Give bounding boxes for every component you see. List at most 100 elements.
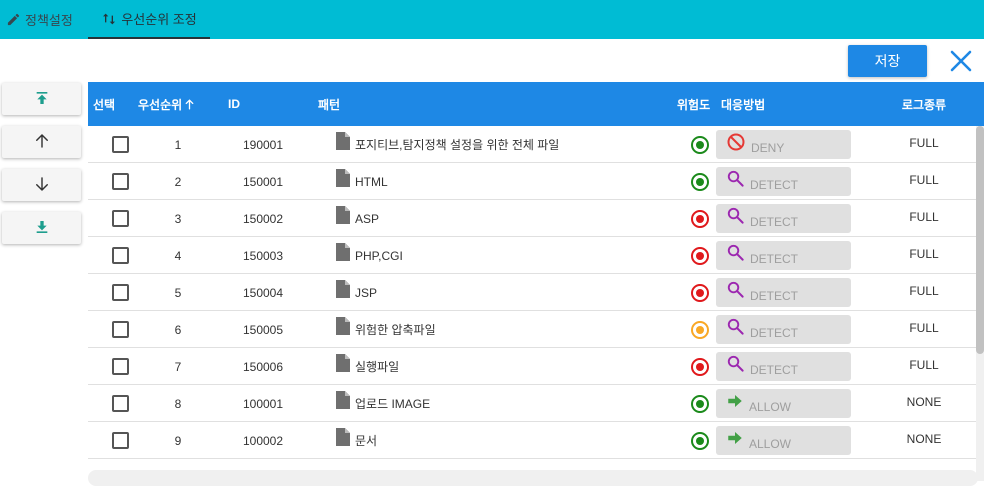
tab-label: 우선순위 조정 (121, 12, 197, 27)
priority-cell: 6 (174, 322, 182, 337)
row-select-checkbox[interactable] (112, 136, 129, 153)
action-cell: DETECT (716, 163, 851, 200)
file-icon (336, 168, 350, 187)
header-priority[interactable]: 우선순위 (138, 82, 196, 126)
row-select-checkbox[interactable] (112, 358, 129, 375)
action-button[interactable]: DETECT (716, 352, 851, 381)
row-select-cell (112, 126, 129, 163)
risk-indicator-icon (691, 320, 709, 339)
file-icon (336, 390, 350, 409)
row-select-cell (112, 385, 129, 422)
tab-bar: 정책설정 우선순위 조정 (0, 0, 984, 39)
file-icon (336, 353, 350, 372)
table-row[interactable]: 2 150001 HTML DETECT FULL (88, 163, 978, 200)
move-down-button[interactable] (2, 169, 81, 201)
id-cell: 100001 (242, 396, 284, 411)
tab-policy-settings[interactable]: 정책설정 (6, 0, 73, 39)
pattern-label: 포지티브,탐지정책 설정을 위한 전체 파일 (355, 138, 560, 152)
action-button[interactable]: DETECT (716, 241, 851, 270)
action-label: DETECT (750, 177, 798, 192)
move-up-button[interactable] (2, 126, 81, 158)
deny-icon (726, 132, 746, 152)
table-row[interactable]: 8 100001 업로드 IMAGE ALLOW NONE (88, 385, 978, 422)
file-icon (336, 316, 350, 335)
pattern-cell: 업로드 IMAGE (336, 385, 430, 422)
action-button[interactable]: DETECT (716, 278, 851, 307)
id-cell: 100002 (242, 433, 284, 448)
action-cell: DETECT (716, 200, 851, 237)
row-select-cell (112, 311, 129, 348)
magnifier-icon (726, 206, 745, 225)
priority-cell: 4 (174, 248, 182, 263)
pattern-cell: 실행파일 (336, 348, 399, 385)
table-row[interactable]: 9 100002 문서 ALLOW NONE (88, 422, 978, 459)
table-row[interactable]: 4 150003 PHP,CGI DETECT FULL (88, 237, 978, 274)
id-cell: 150006 (242, 359, 284, 374)
header-log-type[interactable]: 로그종류 (888, 82, 960, 126)
table-row[interactable]: 5 150004 JSP DETECT FULL (88, 274, 978, 311)
magnifier-icon (726, 280, 745, 299)
row-select-checkbox[interactable] (112, 247, 129, 264)
risk-indicator-icon (691, 246, 709, 265)
row-select-checkbox[interactable] (112, 284, 129, 301)
file-icon (336, 279, 350, 298)
header-id[interactable]: ID (228, 82, 240, 126)
risk-indicator-icon (691, 172, 709, 191)
risk-indicator-icon (691, 209, 709, 228)
risk-cell (691, 274, 709, 311)
row-select-checkbox[interactable] (112, 210, 129, 227)
action-button[interactable]: ALLOW (716, 389, 851, 418)
header-select[interactable]: 선택 (93, 82, 115, 126)
action-label: DETECT (750, 288, 798, 303)
action-label: DETECT (750, 325, 798, 340)
risk-cell (691, 200, 709, 237)
action-label: DETECT (750, 251, 798, 266)
sort-arrows-icon (101, 11, 117, 27)
action-button[interactable]: DENY (716, 130, 851, 159)
action-cell: DETECT (716, 274, 851, 311)
row-select-cell (112, 274, 129, 311)
log-type-cell: FULL (909, 283, 939, 298)
row-select-cell (112, 422, 129, 459)
table-row[interactable]: 3 150002 ASP DETECT FULL (88, 200, 978, 237)
vertical-scrollbar[interactable] (976, 126, 984, 481)
arrow-right-icon (726, 392, 744, 410)
table-body: 1 190001 포지티브,탐지정책 설정을 위한 전체 파일 DENY FULL 2 15… (88, 126, 978, 459)
row-select-checkbox[interactable] (112, 321, 129, 338)
header-priority-label: 우선순위 (138, 97, 183, 112)
close-icon[interactable] (948, 48, 974, 74)
row-select-checkbox[interactable] (112, 173, 129, 190)
pattern-cell: PHP,CGI (336, 237, 403, 274)
id-cell: 190001 (242, 137, 284, 152)
log-type-cell: NONE (906, 394, 942, 409)
magnifier-icon (726, 243, 745, 262)
arrow-up-icon (33, 132, 51, 153)
action-label: ALLOW (749, 436, 792, 451)
row-select-cell (112, 237, 129, 274)
row-select-checkbox[interactable] (112, 432, 129, 449)
save-button[interactable]: 저장 (848, 45, 927, 77)
action-button[interactable]: ALLOW (716, 426, 851, 455)
action-button[interactable]: DETECT (716, 204, 851, 233)
move-to-top-button[interactable] (2, 83, 81, 115)
action-button[interactable]: DETECT (716, 315, 851, 344)
table-row[interactable]: 7 150006 실행파일 DETECT FULL (88, 348, 978, 385)
header-action[interactable]: 대응방법 (721, 82, 765, 126)
priority-cell: 8 (174, 396, 182, 411)
move-to-bottom-button[interactable] (2, 212, 81, 244)
move-to-bottom-icon (34, 219, 50, 238)
row-select-checkbox[interactable] (112, 395, 129, 412)
action-button[interactable]: DETECT (716, 167, 851, 196)
vertical-scroll-thumb[interactable] (976, 126, 984, 354)
header-risk[interactable]: 위험도 (677, 82, 710, 126)
header-pattern[interactable]: 패턴 (318, 82, 340, 126)
table-row[interactable]: 1 190001 포지티브,탐지정책 설정을 위한 전체 파일 DENY FULL (88, 126, 978, 163)
horizontal-scrollbar[interactable] (88, 470, 978, 486)
priority-cell: 2 (174, 174, 182, 189)
action-cell: ALLOW (716, 422, 851, 459)
tab-priority-adjust[interactable]: 우선순위 조정 (88, 0, 210, 39)
tab-label: 정책설정 (25, 13, 73, 28)
move-to-top-icon (34, 90, 50, 109)
table-row[interactable]: 6 150005 위험한 압축파일 DETECT FULL (88, 311, 978, 348)
action-label: DENY (751, 140, 785, 155)
